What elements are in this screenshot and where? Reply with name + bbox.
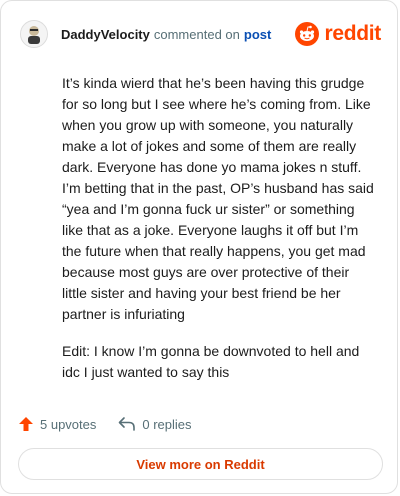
comment-header: DaddyVelocity commented on post reddit [20, 19, 381, 49]
reddit-wordmark: reddit [324, 22, 381, 45]
upvote-arrow-icon [19, 417, 33, 431]
post-link[interactable]: post [244, 27, 271, 42]
reply-arrow-icon [119, 417, 136, 431]
reddit-snoo-icon [295, 22, 320, 46]
comment-actions: 5 upvotes 0 replies [18, 413, 192, 435]
reddit-logo[interactable]: reddit [295, 22, 381, 46]
reddit-comment-embed: DaddyVelocity commented on post reddit I… [0, 0, 398, 494]
username[interactable]: DaddyVelocity [61, 27, 150, 42]
view-more-button[interactable]: View more on Reddit [18, 448, 383, 480]
replies-count: 0 replies [142, 416, 192, 432]
commented-on-text: commented on [153, 26, 240, 42]
comment-paragraph: Edit: I know I’m gonna be downvoted to h… [62, 343, 360, 380]
replies-button[interactable]: 0 replies [118, 416, 192, 432]
avatar-icon [21, 21, 47, 47]
comment-meta: DaddyVelocity commented on post [61, 27, 271, 42]
comment-body: It’s kinda wierd that he’s been having t… [62, 73, 374, 399]
avatar[interactable] [20, 20, 48, 48]
upvote-count: 5 upvotes [40, 416, 97, 432]
upvote-button[interactable]: 5 upvotes [18, 416, 96, 432]
comment-paragraph: It’s kinda wierd that he’s been having t… [62, 75, 374, 322]
